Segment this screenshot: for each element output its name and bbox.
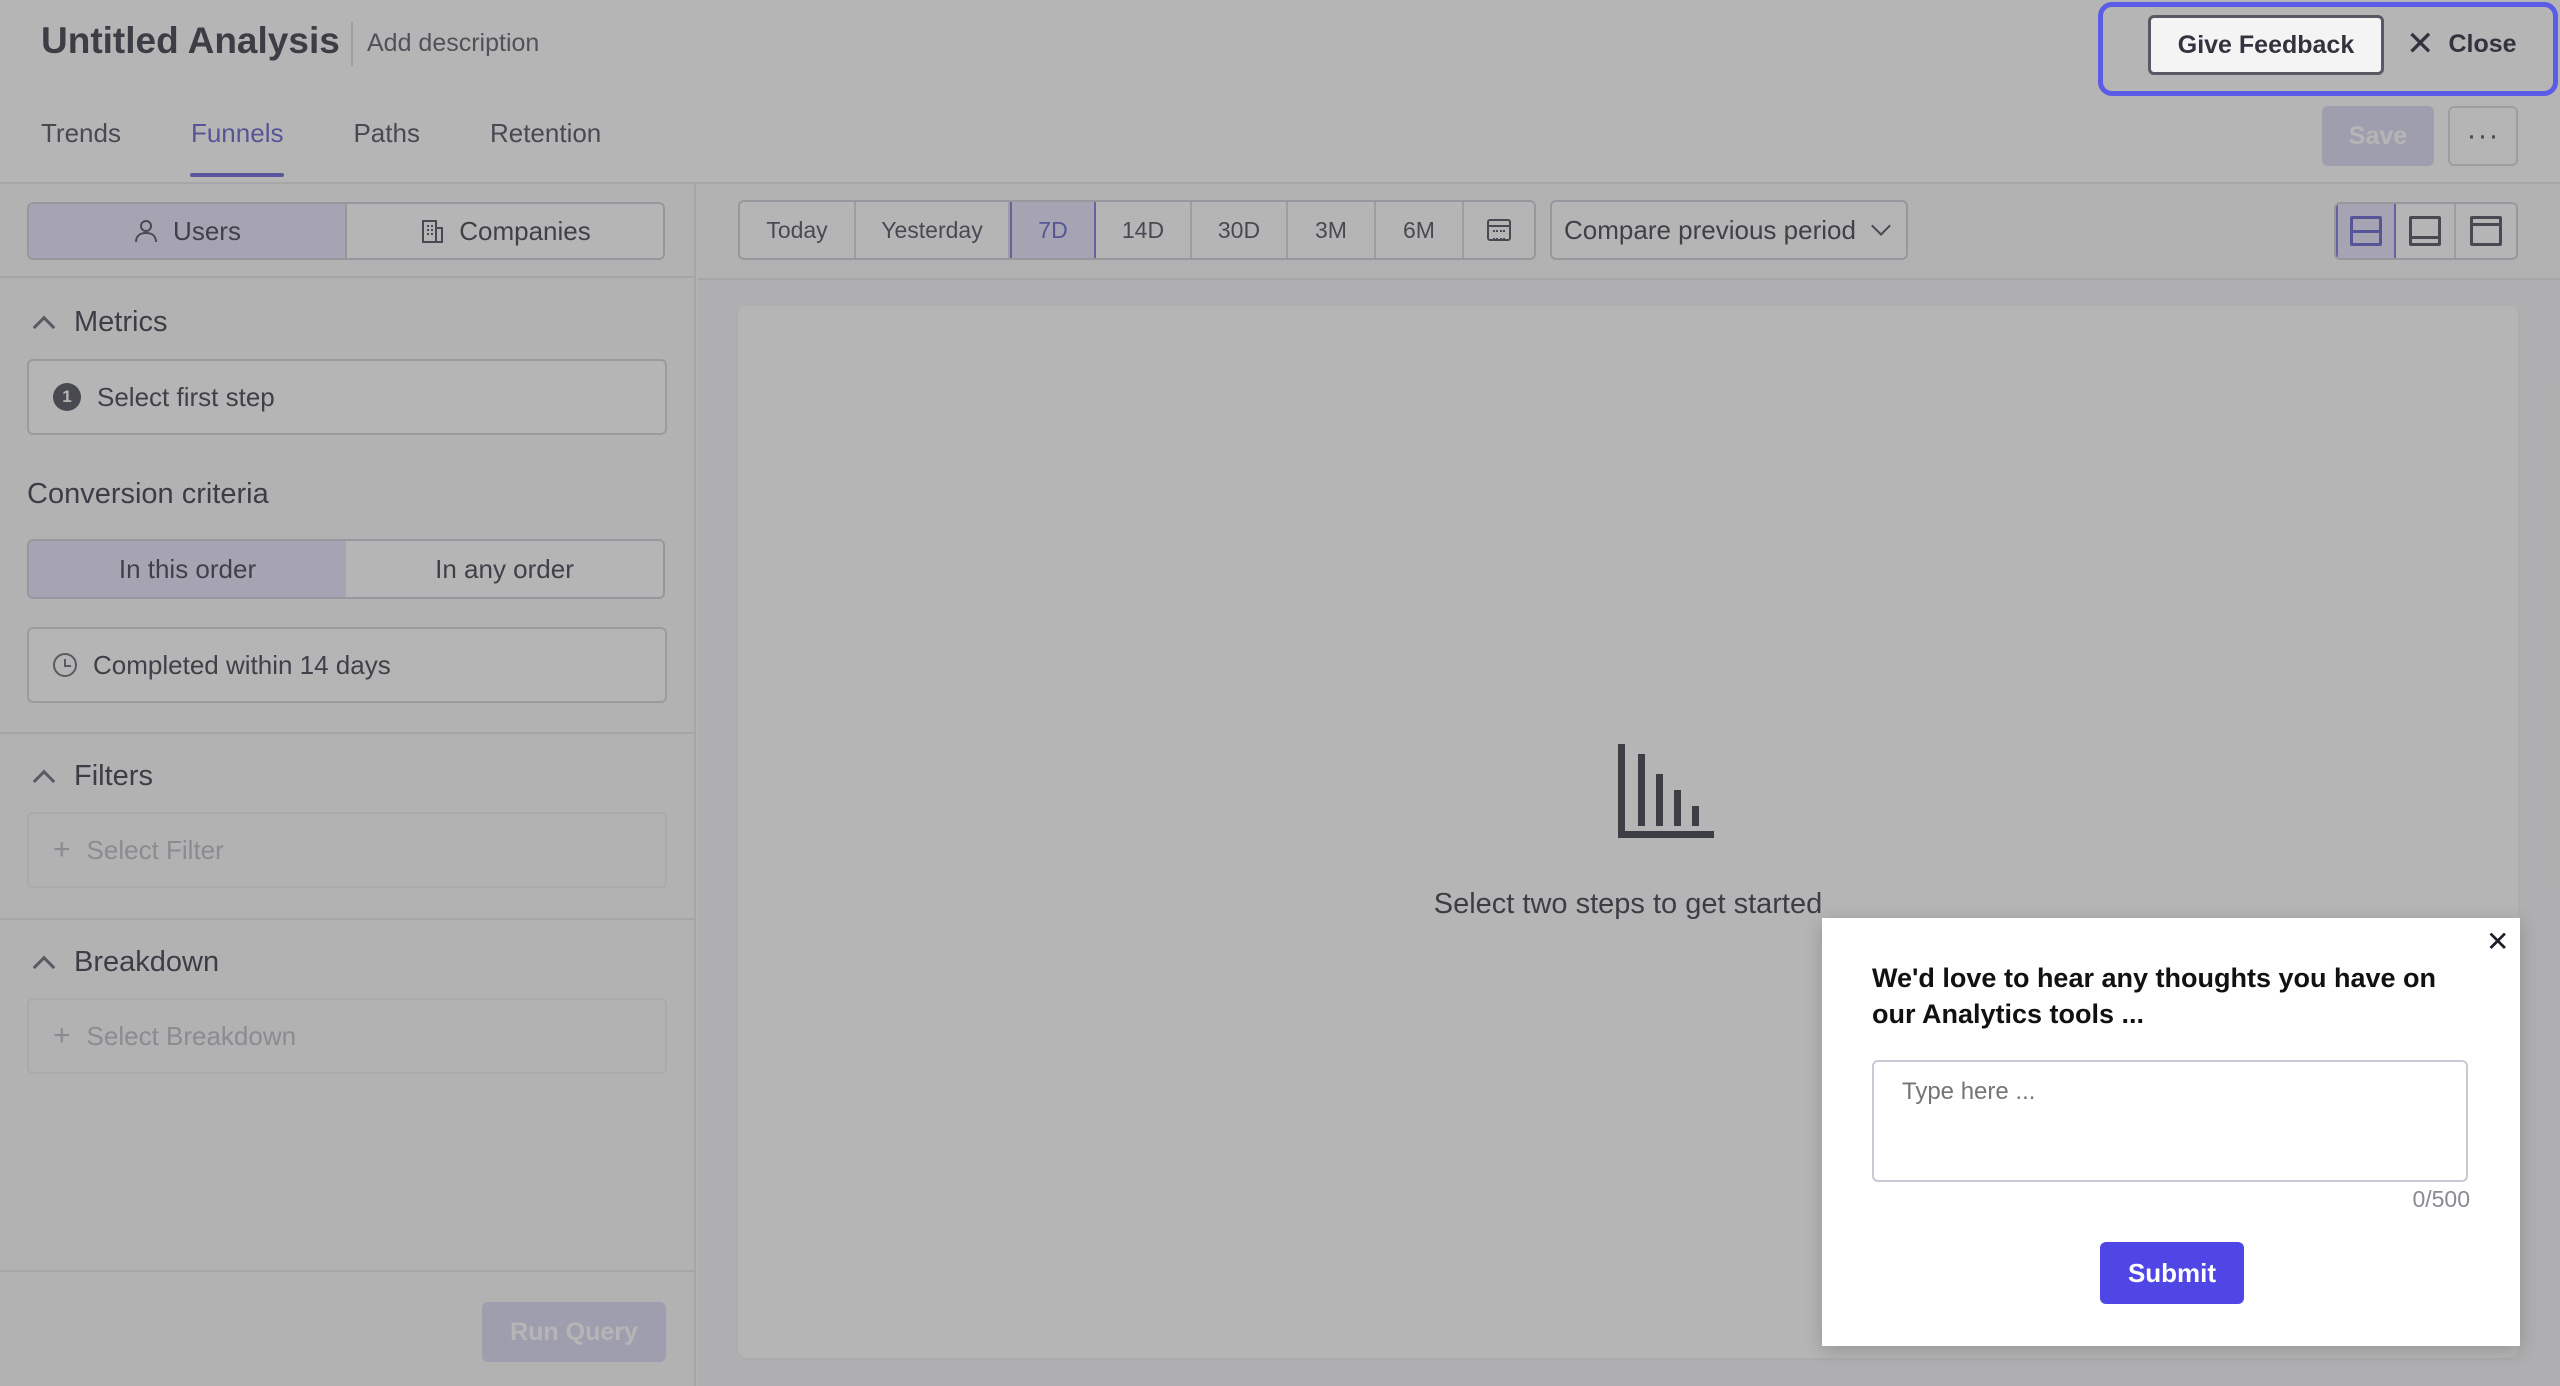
feedback-textarea[interactable] [1872,1060,2468,1182]
close-button[interactable]: ✕ Close [2406,22,2517,66]
close-icon: ✕ [2406,25,2435,63]
feedback-popup: ✕ We'd love to hear any thoughts you hav… [1822,918,2520,1346]
popup-close-icon[interactable]: ✕ [2486,928,2509,956]
character-count: 0/500 [2412,1186,2470,1212]
analytics-app: Untitled Analysis Add description Trends… [0,0,2560,1386]
popup-title: We'd love to hear any thoughts you have … [1872,963,2436,1029]
close-label: Close [2448,29,2517,58]
submit-button[interactable]: Submit [2100,1242,2244,1304]
give-feedback-button[interactable]: Give Feedback [2148,15,2384,75]
